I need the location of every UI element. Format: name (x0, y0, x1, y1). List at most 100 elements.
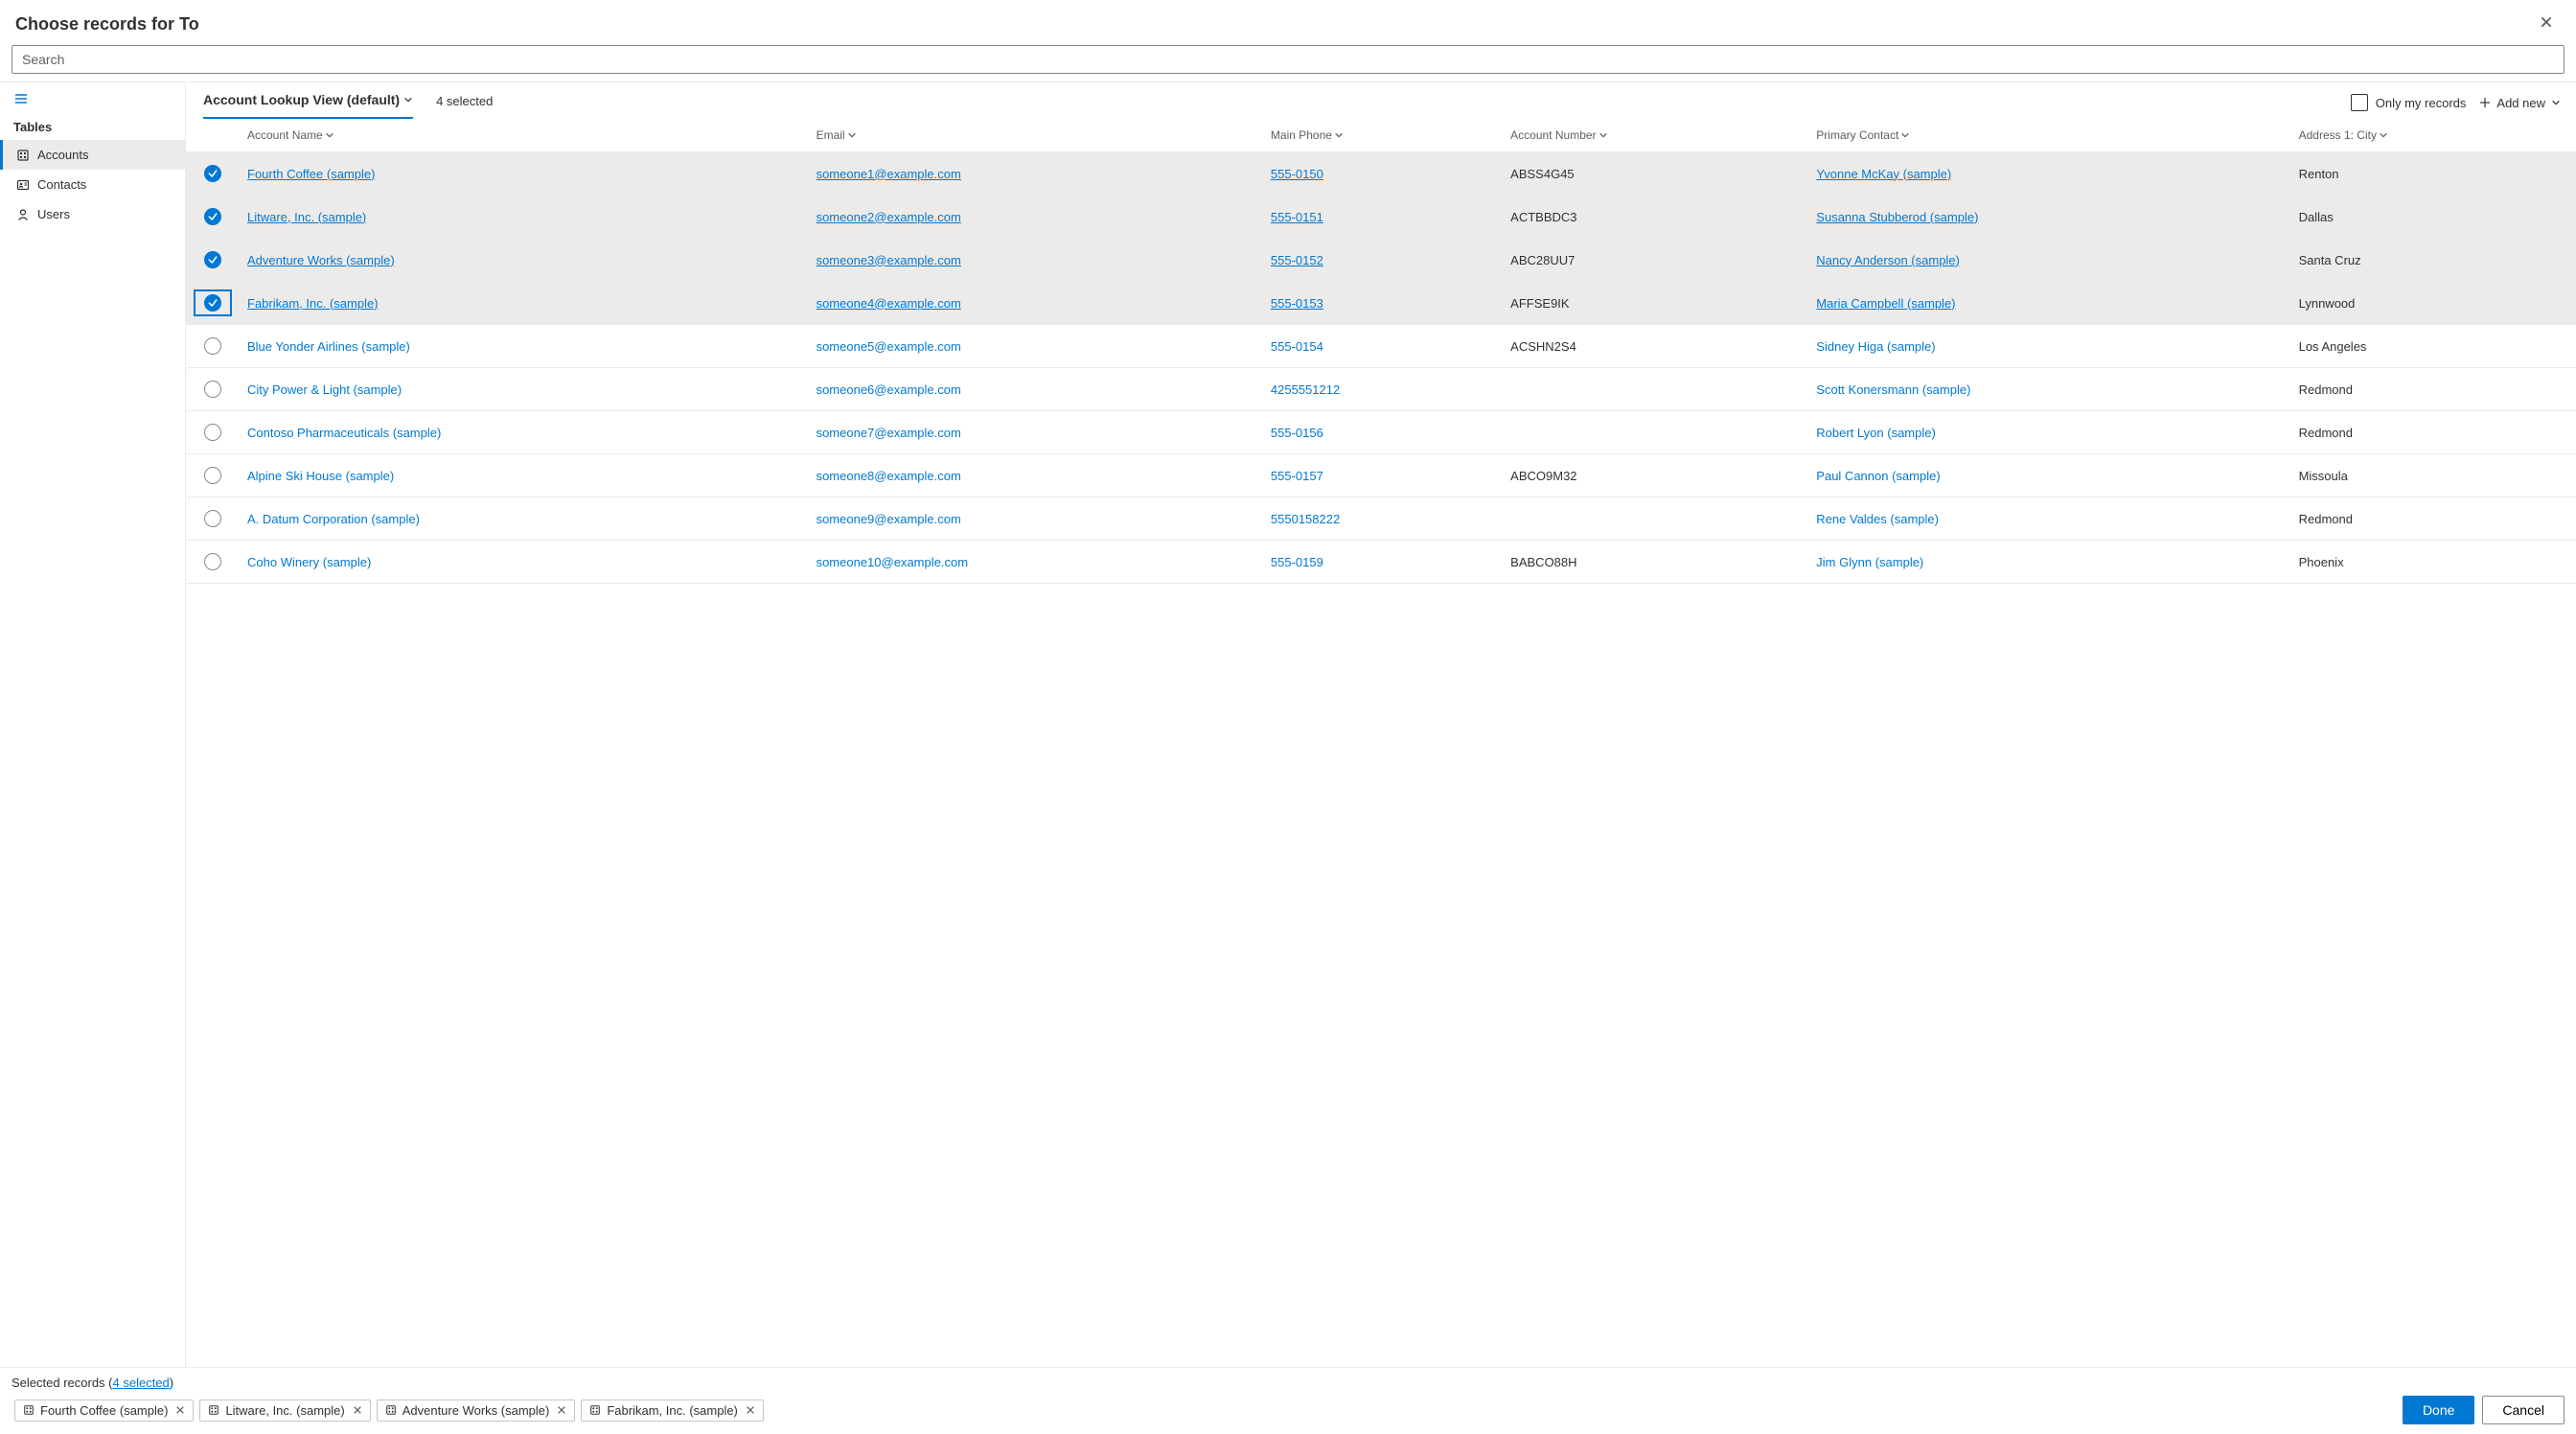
account-name-link[interactable]: Litware, Inc. (sample) (247, 210, 366, 224)
email-link[interactable]: someone1@example.com (816, 167, 961, 181)
primary-contact-link[interactable]: Paul Cannon (sample) (1816, 469, 1940, 483)
footer: Selected records (4 selected) Fourth Cof… (0, 1367, 2576, 1434)
email-link[interactable]: someone10@example.com (816, 555, 968, 569)
phone-link[interactable]: 555-0154 (1271, 339, 1323, 354)
row-select-cell[interactable] (186, 239, 240, 282)
chevron-down-icon (2551, 98, 2561, 107)
account-name-link[interactable]: Fabrikam, Inc. (sample) (247, 296, 379, 311)
primary-contact-link[interactable]: Jim Glynn (sample) (1816, 555, 1923, 569)
phone-link[interactable]: 555-0157 (1271, 469, 1323, 483)
selected-chip[interactable]: Litware, Inc. (sample) (199, 1399, 370, 1422)
only-my-records-toggle[interactable]: Only my records (2351, 94, 2467, 111)
phone-link[interactable]: 555-0150 (1271, 167, 1323, 181)
column-header[interactable]: Account Number (1503, 119, 1808, 152)
table-row[interactable]: Adventure Works (sample) someone3@exampl… (186, 239, 2576, 282)
row-select-cell[interactable] (186, 497, 240, 541)
column-header[interactable]: Primary Contact (1808, 119, 2290, 152)
table-row[interactable]: Coho Winery (sample) someone10@example.c… (186, 541, 2576, 584)
phone-link[interactable]: 555-0153 (1271, 296, 1323, 311)
email-link[interactable]: someone4@example.com (816, 296, 961, 311)
selected-count: 4 selected (436, 94, 493, 118)
hamburger-button[interactable] (0, 88, 38, 114)
table-row[interactable]: Contoso Pharmaceuticals (sample) someone… (186, 411, 2576, 454)
table-scroll[interactable]: Account NameEmailMain PhoneAccount Numbe… (186, 119, 2576, 1367)
account-number: ACTBBDC3 (1503, 196, 1808, 239)
account-name-link[interactable]: Alpine Ski House (sample) (247, 469, 394, 483)
account-number: ACSHN2S4 (1503, 325, 1808, 368)
column-header[interactable]: Address 1: City (2291, 119, 2576, 152)
phone-link[interactable]: 5550158222 (1271, 512, 1340, 526)
email-link[interactable]: someone9@example.com (816, 512, 961, 526)
row-select-cell[interactable] (186, 454, 240, 497)
table-row[interactable]: Fabrikam, Inc. (sample) someone4@example… (186, 282, 2576, 325)
sidebar-item-contacts[interactable]: Contacts (0, 170, 185, 199)
account-name-link[interactable]: Fourth Coffee (sample) (247, 167, 375, 181)
selected-chip[interactable]: Fourth Coffee (sample) (14, 1399, 194, 1422)
column-header[interactable]: Main Phone (1263, 119, 1503, 152)
chip-remove-button[interactable] (744, 1403, 757, 1418)
primary-contact-link[interactable]: Nancy Anderson (sample) (1816, 253, 1960, 267)
account-name-link[interactable]: Contoso Pharmaceuticals (sample) (247, 426, 441, 440)
primary-contact-link[interactable]: Susanna Stubberod (sample) (1816, 210, 1978, 224)
chip-remove-button[interactable] (173, 1403, 187, 1418)
selected-chip[interactable]: Adventure Works (sample) (377, 1399, 576, 1422)
table-row[interactable]: A. Datum Corporation (sample) someone9@e… (186, 497, 2576, 541)
done-button[interactable]: Done (2403, 1396, 2474, 1424)
selected-chip[interactable]: Fabrikam, Inc. (sample) (581, 1399, 764, 1422)
chevron-down-icon (1900, 130, 1910, 140)
sidebar-item-users[interactable]: Users (0, 199, 185, 229)
table-row[interactable]: Alpine Ski House (sample) someone8@examp… (186, 454, 2576, 497)
phone-link[interactable]: 555-0151 (1271, 210, 1323, 224)
account-name-link[interactable]: Blue Yonder Airlines (sample) (247, 339, 410, 354)
search-input[interactable] (12, 45, 2564, 74)
table-row[interactable]: Fourth Coffee (sample) someone1@example.… (186, 152, 2576, 196)
cancel-button[interactable]: Cancel (2482, 1396, 2564, 1424)
email-link[interactable]: someone5@example.com (816, 339, 961, 354)
account-name-link[interactable]: A. Datum Corporation (sample) (247, 512, 420, 526)
phone-link[interactable]: 555-0159 (1271, 555, 1323, 569)
email-link[interactable]: someone6@example.com (816, 382, 961, 397)
select-circle-icon (204, 553, 221, 570)
primary-contact-link[interactable]: Sidney Higa (sample) (1816, 339, 1935, 354)
add-new-button[interactable]: Add new (2479, 96, 2561, 110)
email-link[interactable]: someone7@example.com (816, 426, 961, 440)
chip-label: Fourth Coffee (sample) (40, 1403, 168, 1418)
row-select-cell[interactable] (186, 541, 240, 584)
primary-contact-link[interactable]: Maria Campbell (sample) (1816, 296, 1955, 311)
dialog-header: Choose records for To (0, 0, 2576, 45)
phone-link[interactable]: 4255551212 (1271, 382, 1340, 397)
phone-link[interactable]: 555-0152 (1271, 253, 1323, 267)
account-name-link[interactable]: Adventure Works (sample) (247, 253, 395, 267)
row-select-cell[interactable] (186, 411, 240, 454)
column-header[interactable]: Email (809, 119, 1263, 152)
primary-contact-link[interactable]: Rene Valdes (sample) (1816, 512, 1939, 526)
account-icon (16, 149, 30, 162)
sidebar-item-accounts[interactable]: Accounts (0, 140, 185, 170)
row-select-cell[interactable] (186, 152, 240, 196)
column-header[interactable]: Account Name (240, 119, 809, 152)
account-name-link[interactable]: Coho Winery (sample) (247, 555, 371, 569)
table-row[interactable]: Blue Yonder Airlines (sample) someone5@e… (186, 325, 2576, 368)
row-select-cell[interactable] (186, 196, 240, 239)
primary-contact-link[interactable]: Scott Konersmann (sample) (1816, 382, 1970, 397)
primary-contact-link[interactable]: Yvonne McKay (sample) (1816, 167, 1951, 181)
row-select-cell[interactable] (186, 368, 240, 411)
email-link[interactable]: someone3@example.com (816, 253, 961, 267)
selected-count-link[interactable]: 4 selected (113, 1376, 170, 1390)
email-link[interactable]: someone2@example.com (816, 210, 961, 224)
row-select-cell[interactable] (186, 282, 240, 325)
table-row[interactable]: Litware, Inc. (sample) someone2@example.… (186, 196, 2576, 239)
select-circle-icon (204, 165, 221, 182)
email-link[interactable]: someone8@example.com (816, 469, 961, 483)
view-selector[interactable]: Account Lookup View (default) (203, 92, 413, 119)
phone-link[interactable]: 555-0156 (1271, 426, 1323, 440)
close-icon (353, 1405, 362, 1415)
chip-remove-button[interactable] (351, 1403, 364, 1418)
close-button[interactable] (2532, 12, 2561, 37)
row-select-cell[interactable] (186, 325, 240, 368)
account-name-link[interactable]: City Power & Light (sample) (247, 382, 402, 397)
table-row[interactable]: City Power & Light (sample) someone6@exa… (186, 368, 2576, 411)
chip-remove-button[interactable] (555, 1403, 568, 1418)
account-number: ABSS4G45 (1503, 152, 1808, 196)
primary-contact-link[interactable]: Robert Lyon (sample) (1816, 426, 1936, 440)
